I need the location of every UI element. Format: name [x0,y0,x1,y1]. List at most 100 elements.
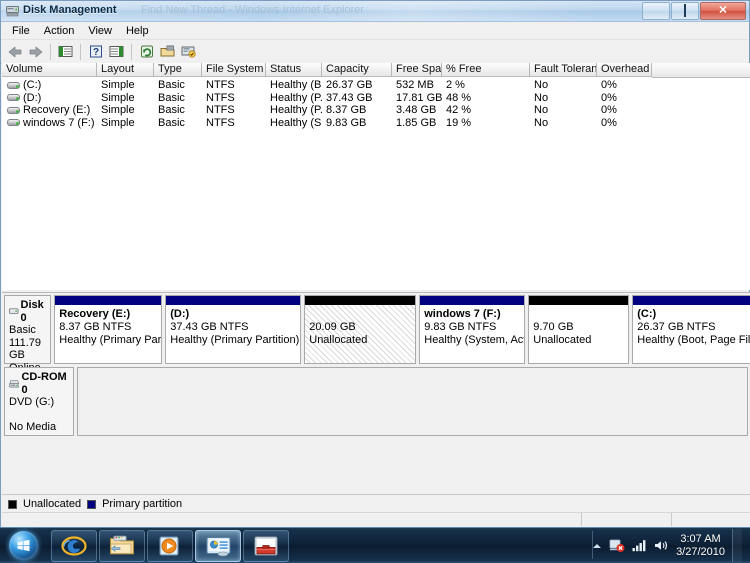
tray-divider [592,531,594,559]
partition-size: 9.83 GB NTFS [424,321,497,333]
cell-file-system: NTFS [206,116,235,129]
taskbar-internet-explorer[interactable] [51,529,97,562]
show-hide-action-pane-icon[interactable] [106,42,127,62]
partition-body: 20.09 GB Unallocated [305,305,416,363]
disk0-partitions: Recovery (E:) 8.37 GB NTFS Healthy (Prim… [54,295,750,364]
taskbar-disk-management[interactable] [195,529,241,562]
column-header-capacity[interactable]: Capacity [322,63,392,77]
menu-item-view[interactable]: View [81,24,119,38]
partition-d[interactable]: (D:) 37.43 GB NTFS Healthy (Primary Part… [165,295,302,364]
volume-list-header: Volume Layout Type File System Status Ca… [2,63,750,78]
close-button[interactable]: ✕ [700,2,746,20]
cell-overhead: 0% [601,116,617,129]
taskbar-windows-explorer[interactable] [99,529,145,562]
partition-body: (D:) 37.43 GB NTFS Healthy (Primary Part… [166,305,300,363]
toolbar-separator [80,43,81,60]
refresh-icon[interactable] [136,42,157,62]
cell-layout: Simple [101,104,135,116]
legend: Unallocated Primary partition [2,494,750,513]
cell-file-system: NTFS [206,79,235,91]
signal-bars-icon[interactable] [632,539,647,552]
cell-type: Basic [158,104,185,116]
clock-date: 3/27/2010 [676,545,725,558]
partition-label: windows 7 (F:) [424,308,501,320]
cell-volume: Recovery (E:) [2,104,97,117]
minimize-button[interactable] [642,2,670,20]
help-icon[interactable]: ? [85,42,106,62]
disk-info-disk0[interactable]: Disk 0 Basic 111.79 GB Online [4,295,52,374]
status-bar-segment-2 [582,513,672,526]
column-header-overhead[interactable]: Overhead [597,63,652,77]
cell-percent-free: 42 % [446,104,472,116]
back-icon[interactable] [4,42,25,62]
cell-capacity: 26.37 GB [326,79,373,91]
rescan-disks-icon[interactable] [178,42,199,62]
cdrom-info[interactable]: CD-ROM 0 DVD (G:) No Media [4,367,74,436]
partition-unallocated-2[interactable]: 9.70 GB Unallocated [528,295,630,364]
partition-windows7-f[interactable]: windows 7 (F:) 9.83 GB NTFS Healthy (Sys… [419,295,526,364]
menu-item-file[interactable]: File [5,24,37,38]
hard-disk-icon [9,308,19,314]
cdrom-empty-area[interactable] [77,367,748,436]
menu-item-action[interactable]: Action [37,24,82,38]
column-header-type[interactable]: Type [154,63,202,77]
start-button[interactable] [1,529,45,562]
table-row[interactable]: windows 7 (F:) Simple Basic NTFS Healthy… [2,117,750,130]
internet-explorer-icon [61,535,87,556]
column-header-filler [652,63,750,78]
clock-time: 3:07 AM [680,532,721,545]
primary-partition-swatch [87,499,97,509]
partition-recovery-e[interactable]: Recovery (E:) 8.37 GB NTFS Healthy (Prim… [54,295,163,364]
cell-overhead: 0% [601,91,617,104]
window-title-ghost: Find New Thread - Windows Internet Explo… [141,4,364,16]
status-bar [2,512,750,527]
cell-status: Healthy (S... [270,116,322,129]
taskbar-media-player[interactable] [147,529,193,562]
cell-status: Healthy (P... [270,91,322,104]
taskbar: 3:07 AM 3/27/2010 [0,527,750,563]
table-row[interactable]: Recovery (E:) Simple Basic NTFS Healthy … [2,104,750,117]
table-row[interactable]: (D:) Simple Basic NTFS Healthy (P... 37.… [2,92,750,105]
system-tray: 3:07 AM 3/27/2010 [592,528,750,563]
volume-icon[interactable] [654,539,669,552]
cdrom-icon [9,379,20,387]
column-header-file-system[interactable]: File System [202,63,266,77]
column-header-percent-free[interactable]: % Free [442,63,530,77]
column-header-volume[interactable]: Volume [2,63,97,77]
cell-free-space: 532 MB [396,79,434,91]
taskbar-toolbox[interactable] [243,529,289,562]
column-header-status[interactable]: Status [266,63,322,77]
graphical-view-pane: Disk 0 Basic 111.79 GB Online Recovery (… [2,292,750,497]
cell-percent-free: 48 % [446,91,472,104]
partition-unallocated-1[interactable]: 20.09 GB Unallocated [304,295,417,364]
column-header-fault-tolerance[interactable]: Fault Tolerance [530,63,597,77]
partition-label: Recovery (E:) [59,308,131,320]
menu-item-help[interactable]: Help [119,24,156,38]
show-desktop-button[interactable] [732,529,742,562]
forward-icon[interactable] [25,42,46,62]
cell-volume-label: (C:) [23,79,42,91]
network-error-icon[interactable] [609,538,625,553]
show-hide-console-tree-icon[interactable] [55,42,76,62]
window-title: Disk Management [23,4,117,16]
cell-file-system: NTFS [206,104,235,116]
column-header-free-space[interactable]: Free Spa... [392,63,442,77]
cell-volume-label: (D:) [23,91,42,104]
maximize-button[interactable] [671,2,699,20]
column-header-layout[interactable]: Layout [97,63,154,77]
cell-status: Healthy (B... [270,79,322,91]
cell-volume: (D:) [2,92,97,105]
partition-state: Healthy (Primary Partiti [59,334,162,346]
cell-fault-tolerance: No [534,116,549,129]
show-hidden-icons-icon[interactable] [592,541,602,551]
partition-state: Healthy (Boot, Page File, Cra [637,334,750,346]
title-bar[interactable]: Disk Management Find New Thread - Window… [1,1,749,22]
drive-icon [7,106,20,115]
properties-icon[interactable] [157,42,178,62]
toolbar-separator [50,43,51,60]
clock[interactable]: 3:07 AM 3/27/2010 [676,533,725,559]
table-row[interactable]: (C:) Simple Basic NTFS Healthy (B... 26.… [2,79,750,92]
partition-c[interactable]: (C:) 26.37 GB NTFS Healthy (Boot, Page F… [632,295,750,364]
legend-label-primary-partition: Primary partition [102,498,183,510]
cell-overhead: 0% [601,104,617,116]
